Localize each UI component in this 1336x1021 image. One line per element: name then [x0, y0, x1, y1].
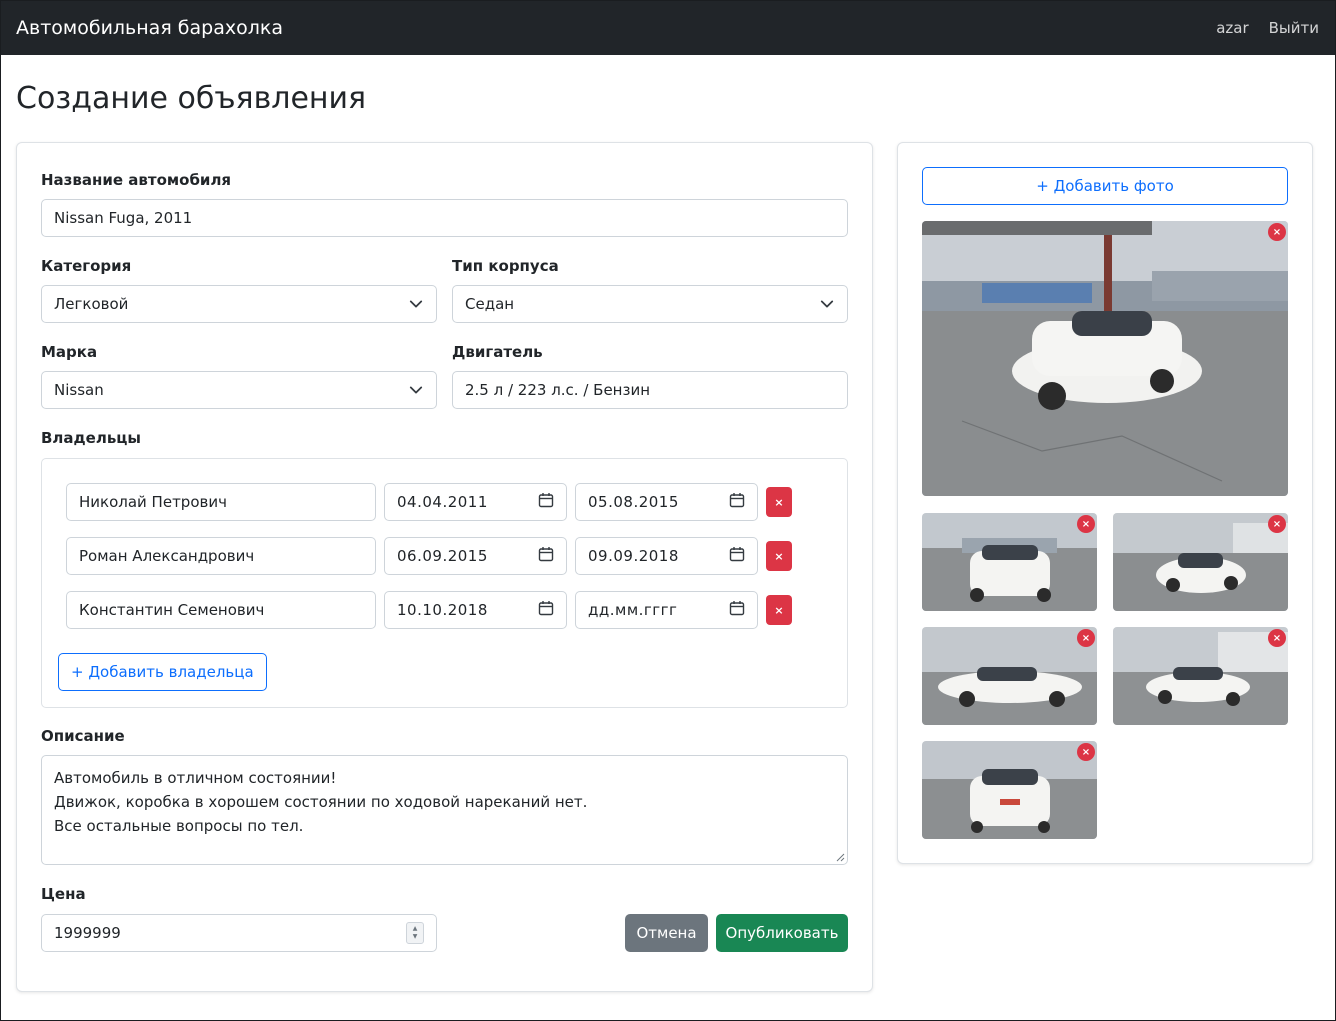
owner-date-from-value: 06.09.2015 — [397, 547, 488, 565]
owner-date-to-input[interactable]: дд.мм.гггг — [575, 591, 758, 629]
price-input[interactable]: 1999999 ▲ ▼ — [41, 914, 437, 952]
publish-button[interactable]: Опубликовать — [716, 914, 848, 952]
chevron-down-icon — [819, 296, 835, 312]
description-line: Все остальные вопросы по тел. — [54, 817, 304, 835]
engine-value: 2.5 л / 223 л.с. / Бензин — [465, 381, 651, 399]
ad-form-card: Название автомобиля Nissan Fuga, 2011 Ка… — [16, 142, 873, 992]
remove-photo-button[interactable]: × — [1268, 223, 1286, 241]
logout-link[interactable]: Выйти — [1269, 19, 1319, 37]
car-photo-thumb[interactable]: × — [922, 513, 1097, 611]
description-line: Автомобиль в отличном состоянии! — [54, 769, 337, 787]
remove-owner-button[interactable]: × — [766, 541, 792, 571]
owner-date-from-input[interactable]: 04.04.2011 — [384, 483, 567, 521]
owner-name-value: Константин Семенович — [79, 601, 265, 619]
owner-date-to-value: 05.08.2015 — [588, 493, 679, 511]
add-owner-button[interactable]: + Добавить владельца — [58, 653, 267, 691]
car-photo-thumb[interactable]: × — [1113, 627, 1288, 725]
price-value: 1999999 — [54, 924, 121, 942]
body-type-select[interactable]: Седан — [452, 285, 848, 323]
owner-name-input[interactable]: Николай Петрович — [66, 483, 376, 521]
car-photo-main[interactable]: × — [922, 221, 1288, 496]
brand-select[interactable]: Nissan — [41, 371, 437, 409]
car-photo-thumb[interactable]: × — [1113, 513, 1288, 611]
username-link[interactable]: azar — [1216, 19, 1248, 37]
owner-name-value: Николай Петрович — [79, 493, 227, 511]
number-spinner-icon[interactable]: ▲ ▼ — [406, 922, 424, 944]
engine-input[interactable]: 2.5 л / 223 л.с. / Бензин — [452, 371, 848, 409]
car-photo-image — [922, 741, 1097, 839]
calendar-icon[interactable] — [729, 492, 745, 512]
owner-date-from-value: 10.10.2018 — [397, 601, 488, 619]
owners-box: Николай Петрович 04.04.2011 05.08.2015 ×… — [41, 458, 848, 708]
body-type-label: Тип корпуса — [452, 257, 559, 275]
car-name-input[interactable]: Nissan Fuga, 2011 — [41, 199, 848, 237]
cancel-button[interactable]: Отмена — [625, 914, 708, 952]
remove-photo-button[interactable]: × — [1077, 629, 1095, 647]
calendar-icon[interactable] — [538, 492, 554, 512]
photos-card: + Добавить фото × × × × × × — [897, 142, 1313, 864]
owners-label: Владельцы — [41, 429, 141, 447]
navbar: Автомобильная барахолка azar Выйти — [1, 1, 1335, 55]
car-photo-image — [922, 221, 1288, 496]
remove-photo-button[interactable]: × — [1077, 743, 1095, 761]
chevron-down-icon — [408, 296, 424, 312]
owner-date-to-input[interactable]: 09.09.2018 — [575, 537, 758, 575]
car-photo-image — [922, 627, 1097, 725]
owner-name-input[interactable]: Константин Семенович — [66, 591, 376, 629]
category-label: Категория — [41, 257, 132, 275]
car-photo-thumb[interactable]: × — [922, 741, 1097, 839]
owner-date-from-value: 04.04.2011 — [397, 493, 488, 511]
car-name-value: Nissan Fuga, 2011 — [54, 209, 193, 227]
brand-label: Марка — [41, 343, 98, 361]
owner-name-value: Роман Александрович — [79, 547, 255, 565]
brand-value: Nissan — [54, 381, 104, 399]
owner-date-to-placeholder: дд.мм.гггг — [588, 601, 678, 619]
price-label: Цена — [41, 885, 86, 903]
add-photo-button[interactable]: + Добавить фото — [922, 167, 1288, 205]
category-value: Легковой — [54, 295, 129, 313]
car-photo-image — [1113, 513, 1288, 611]
owner-date-to-input[interactable]: 05.08.2015 — [575, 483, 758, 521]
remove-photo-button[interactable]: × — [1268, 629, 1286, 647]
description-label: Описание — [41, 727, 125, 745]
description-line: Движок, коробка в хорошем состоянии по х… — [54, 793, 588, 811]
remove-photo-button[interactable]: × — [1077, 515, 1095, 533]
remove-owner-button[interactable]: × — [766, 595, 792, 625]
remove-photo-button[interactable]: × — [1268, 515, 1286, 533]
brand-title[interactable]: Автомобильная барахолка — [16, 17, 283, 39]
resize-grip-icon[interactable] — [835, 852, 845, 862]
engine-label: Двигатель — [452, 343, 543, 361]
car-name-label: Название автомобиля — [41, 171, 232, 189]
owner-name-input[interactable]: Роман Александрович — [66, 537, 376, 575]
chevron-down-icon — [408, 382, 424, 398]
owner-date-from-input[interactable]: 10.10.2018 — [384, 591, 567, 629]
page-title: Создание объявления — [16, 81, 367, 116]
owner-date-to-value: 09.09.2018 — [588, 547, 679, 565]
category-select[interactable]: Легковой — [41, 285, 437, 323]
calendar-icon[interactable] — [538, 600, 554, 620]
owner-date-from-input[interactable]: 06.09.2015 — [384, 537, 567, 575]
calendar-icon[interactable] — [729, 546, 745, 566]
body-type-value: Седан — [465, 295, 515, 313]
nav-right: azar Выйти — [1216, 19, 1319, 37]
car-photo-image — [1113, 627, 1288, 725]
car-photo-thumb[interactable]: × — [922, 627, 1097, 725]
calendar-icon[interactable] — [729, 600, 745, 620]
description-textarea[interactable]: Автомобиль в отличном состоянии! Движок,… — [41, 755, 848, 865]
car-photo-image — [922, 513, 1097, 611]
remove-owner-button[interactable]: × — [766, 487, 792, 517]
calendar-icon[interactable] — [538, 546, 554, 566]
